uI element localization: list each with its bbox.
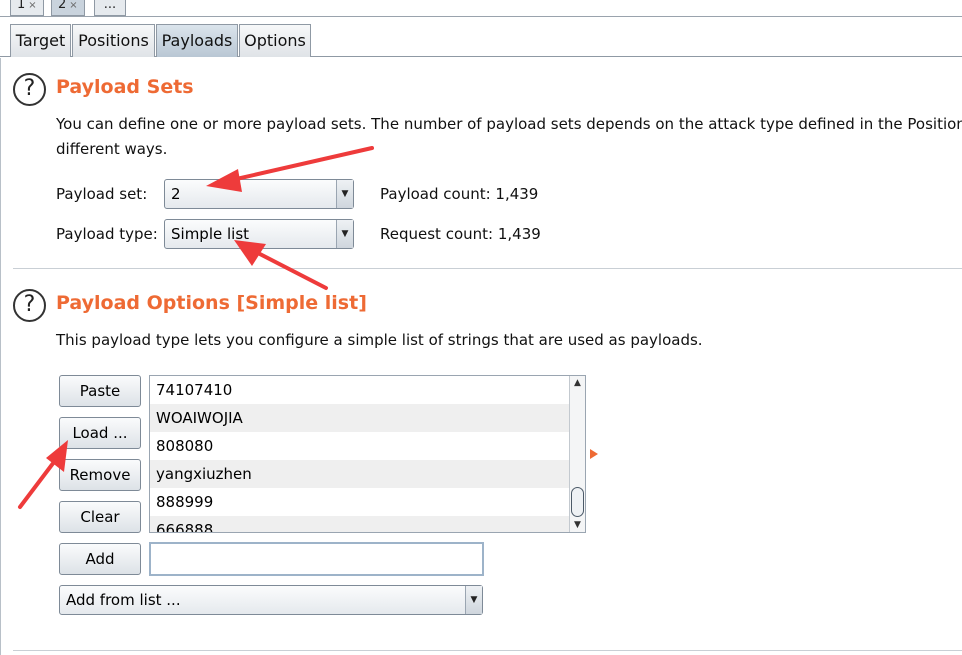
scroll-down-icon[interactable]: ▼ [570,518,585,532]
attack-tab-bar: 1 × 2 × ... [0,0,962,17]
chevron-down-icon[interactable]: ▼ [336,180,353,208]
list-item[interactable]: 666888 [150,516,585,532]
tab-payloads[interactable]: Payloads [156,24,238,57]
payload-count: Payload count: 1,439 [380,185,539,203]
tab-target[interactable]: Target [10,24,71,57]
remove-button[interactable]: Remove [59,459,141,491]
add-payload-input[interactable] [149,542,484,576]
payload-options-description: This payload type lets you configure a s… [56,331,703,349]
attack-tab-2[interactable]: 2 × [51,0,85,16]
tab-label: Target [15,31,66,50]
attack-tab-label: 2 [58,0,67,12]
load-button[interactable]: Load ... [59,417,141,449]
payload-sets-description-cont: different ways. [56,140,168,158]
tab-options[interactable]: Options [239,24,311,57]
section-divider [13,650,962,651]
payloads-panel: ? Payload Sets You can define one or mor… [0,58,962,655]
close-icon[interactable]: × [69,0,77,11]
payload-set-value: 2 [171,185,181,203]
list-item[interactable]: yangxiuzhen [150,460,585,488]
attack-tab-label: ... [103,0,117,12]
payload-sets-description: You can define one or more payload sets.… [56,115,962,133]
payload-type-value: Simple list [171,225,250,243]
help-icon[interactable]: ? [13,289,46,322]
chevron-down-icon[interactable]: ▼ [336,220,353,248]
add-from-list-label: Add from list ... [66,591,181,609]
clear-button[interactable]: Clear [59,501,141,533]
attack-tab-1[interactable]: 1 × [10,0,44,16]
tab-label: Positions [78,31,149,50]
payload-type-select[interactable]: Simple list ▼ [164,219,354,249]
list-scrollbar[interactable]: ▲ ▼ [569,376,585,532]
payload-type-label: Payload type: [56,225,158,243]
attack-tab-new[interactable]: ... [94,0,126,16]
attack-tab-label: 1 [17,0,26,12]
payload-sets-title: Payload Sets [56,76,194,98]
intruder-tab-bar: Target Positions Payloads Options [0,23,962,57]
chevron-down-icon[interactable]: ▼ [465,586,482,614]
list-item[interactable]: WOAIWOJIA [150,404,585,432]
intruder-window: 1 × 2 × ... Target Positions Payloads Opti… [0,0,962,655]
close-icon[interactable]: × [28,0,36,11]
list-item[interactable]: 808080 [150,432,585,460]
payload-set-label: Payload set: [56,185,148,203]
scroll-thumb[interactable] [571,487,584,517]
payload-list[interactable]: 74107410 WOAIWOJIA 808080 yangxiuzhen 88… [149,375,586,533]
tab-label: Options [244,31,306,50]
tab-positions[interactable]: Positions [72,24,155,57]
scroll-up-icon[interactable]: ▲ [570,376,585,390]
paste-button[interactable]: Paste [59,375,141,407]
add-button[interactable]: Add [59,543,141,575]
section-divider [13,268,962,269]
help-icon[interactable]: ? [13,73,46,106]
request-count: Request count: 1,439 [380,225,541,243]
list-item[interactable]: 888999 [150,488,585,516]
payload-options-title: Payload Options [Simple list] [56,292,367,314]
payload-set-select[interactable]: 2 ▼ [164,179,354,209]
add-from-list-select[interactable]: Add from list ... ▼ [59,585,483,615]
list-item[interactable]: 74107410 [150,376,585,404]
expand-marker-icon[interactable] [590,449,598,459]
tab-label: Payloads [161,31,233,50]
